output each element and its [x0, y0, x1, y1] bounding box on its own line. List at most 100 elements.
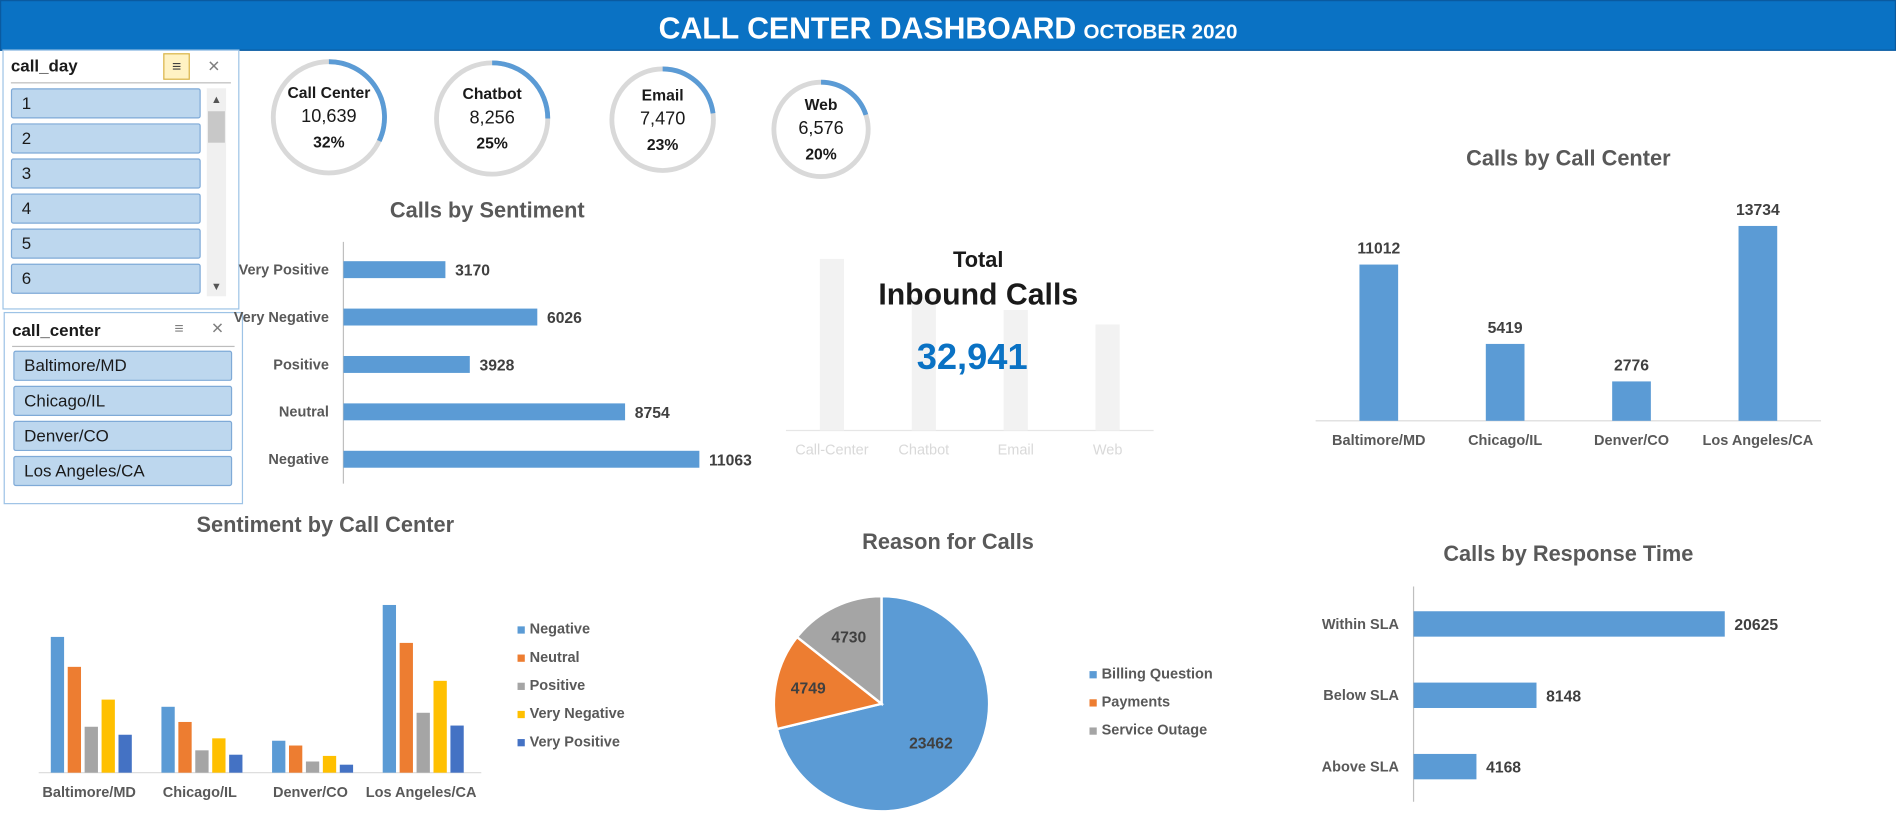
sbc-legend-neutral: Neutral [530, 650, 580, 666]
response-chart: Within SLA 20625 Below SLA 8148 Above SLA 416… [1322, 586, 1778, 802]
total-calls-value: 32,941 [916, 337, 1028, 378]
call-day-item-2[interactable]: 2 [10, 123, 201, 154]
callcenter-bar-denver-co [1612, 381, 1651, 421]
response-tick-within-sla: Within SLA [1322, 617, 1400, 633]
sentiment-by-center-title: Sentiment by Call Center [196, 512, 455, 537]
callcenter-tick-baltimore-md: Baltimore/MD [1332, 433, 1425, 449]
slicer-divider [10, 82, 231, 84]
response-value-above-sla: 4168 [1486, 760, 1521, 777]
sentiment-chart: Very Positive 3170 Very Negative 6026 Positi… [234, 241, 752, 484]
callcenter-bar-los-angeles-ca [1738, 225, 1778, 421]
scroll-up-icon[interactable]: ▲ [208, 93, 225, 105]
sbc-bar-chicago-il-very-positive [229, 754, 243, 773]
sbc-bar-los-angeles-ca-negative [382, 604, 397, 773]
pie-legend-swatch-service-outage [1089, 727, 1097, 735]
response-bar-below-sla [1413, 682, 1537, 708]
sbc-tick-baltimore-md: Baltimore/MD [42, 785, 135, 801]
sbc-tick-los-angeles-ca: Los Angeles/CA [366, 785, 477, 801]
pie-legend-service-outage: Service Outage [1102, 723, 1208, 739]
kpi-donuts: Call Center 10,639 32% Chatbot 8,256 25% Email… [270, 59, 871, 179]
sbc-bar-los-angeles-ca-very-positive [450, 725, 464, 773]
reasons-chart-title: Reason for Calls [862, 529, 1034, 554]
dashboard-subtitle: OCTOBER 2020 [1083, 20, 1238, 44]
callcenter-tick-chicago-il: Chicago/IL [1468, 433, 1542, 449]
sbc-bar-chicago-il-neutral [178, 721, 192, 773]
multi-select-icon[interactable]: ≡ [163, 53, 190, 80]
sbc-legend-very-positive: Very Positive [530, 734, 620, 750]
call-center-kpi-percent: 32% [313, 135, 344, 152]
callcenter-tick-los-angeles-ca: Los Angeles/CA [1703, 433, 1814, 449]
sentiment-tick-positive: Positive [273, 357, 329, 373]
clear-filter-icon[interactable]: ✕ [206, 317, 230, 341]
callcenter-value-denver-co: 2776 [1614, 358, 1649, 375]
response-tick-below-sla: Below SLA [1323, 688, 1399, 704]
pie-legend-swatch-billing-question [1089, 671, 1097, 679]
callcenter-value-los-angeles-ca: 13734 [1736, 202, 1780, 219]
sentiment-value-positive: 3928 [479, 357, 514, 374]
sentiment-bar-very-negative [343, 308, 538, 326]
callcenter-value-baltimore-md: 11012 [1357, 241, 1400, 258]
slicer-divider [12, 345, 235, 348]
sbc-legend-negative: Negative [530, 622, 590, 638]
scroll-down-icon[interactable]: ▼ [208, 281, 225, 293]
pie-legend-payments: Payments [1102, 695, 1171, 711]
sentiment-value-very-negative: 6026 [547, 310, 582, 327]
response-tick-above-sla: Above SLA [1322, 759, 1400, 775]
sbc-bar-chicago-il-very-negative [212, 738, 226, 773]
response-chart-title: Calls by Response Time [1443, 541, 1694, 566]
call-center-item-chicago[interactable]: Chicago/IL [13, 385, 233, 416]
sentiment-tick-very-negative: Very Negative [234, 310, 329, 326]
call-center-item-denver[interactable]: Denver/CO [13, 420, 233, 452]
sbc-bar-los-angeles-ca-neutral [399, 642, 413, 773]
dashboard-header: CALL CENTER DASHBOARD OCTOBER 2020 [0, 0, 1896, 51]
sbc-bar-denver-co-very-negative [322, 755, 337, 773]
call-center-slicer-title: call_center [12, 320, 101, 340]
sbc-bar-baltimore-md-negative [50, 636, 65, 773]
call-day-item-4[interactable]: 4 [10, 193, 201, 224]
email-kpi-value: 7,470 [640, 109, 685, 129]
sbc-bar-denver-co-positive [305, 761, 320, 773]
dashboard-title: CALL CENTER DASHBOARD [658, 12, 1077, 46]
sbc-bar-baltimore-md-very-positive [118, 734, 132, 773]
callcenter-tick-denver-co: Denver/CO [1594, 433, 1669, 449]
sbc-bar-denver-co-neutral [288, 745, 303, 773]
call-day-item-3[interactable]: 3 [10, 158, 201, 189]
pie-value-service-outage: 4730 [831, 629, 866, 646]
call-center-item-baltimore[interactable]: Baltimore/MD [13, 350, 233, 381]
sentiment-tick-very-positive: Very Positive [239, 262, 329, 278]
call-day-item-6[interactable]: 6 [10, 263, 201, 294]
chatbot-kpi-percent: 25% [476, 136, 507, 153]
channel-tick-call-center: Call-Center [795, 443, 868, 459]
sbc-legend-swatch-very-negative [517, 710, 525, 719]
sbc-bar-los-angeles-ca-positive [416, 712, 430, 773]
response-bar-within-sla [1413, 611, 1725, 637]
sentiment-bar-very-positive [343, 261, 446, 279]
response-value-within-sla: 20625 [1734, 617, 1778, 634]
sentiment-value-neutral: 8754 [635, 405, 670, 422]
pie-value-payments: 4749 [791, 681, 826, 698]
callcenter-chart: 11012 Baltimore/MD 5419 Chicago/IL 2776 Denve… [1315, 202, 1822, 449]
sbc-bar-baltimore-md-positive [84, 726, 98, 773]
clear-filter-icon[interactable]: ✕ [202, 54, 226, 78]
web-kpi-label: Web [805, 97, 838, 114]
call-day-item-1[interactable]: 1 [10, 88, 201, 119]
pie-value-billing-question: 23462 [909, 736, 953, 753]
sbc-bar-chicago-il-negative [161, 706, 175, 773]
sentiment-bar-positive [343, 355, 470, 373]
sbc-tick-denver-co: Denver/CO [273, 785, 348, 801]
response-value-below-sla: 8148 [1546, 688, 1581, 705]
sentiment-tick-negative: Negative [268, 452, 328, 468]
channel-tick-email: Email [998, 443, 1034, 459]
email-kpi-label: Email [642, 87, 684, 104]
pie-legend-swatch-payments [1089, 699, 1097, 707]
scroll-thumb[interactable] [207, 111, 225, 143]
reasons-chart: 23462 4749 4730 Billing Question Payments Ser… [772, 594, 1213, 813]
call-day-item-5[interactable]: 5 [10, 228, 201, 259]
chatbot-kpi-label: Chatbot [462, 86, 522, 103]
call-center-item-los-angeles[interactable]: Los Angeles/CA [13, 455, 233, 487]
email-kpi-percent: 23% [647, 137, 678, 154]
callcenter-value-chicago-il: 5419 [1488, 320, 1523, 337]
multi-select-icon[interactable]: ≡ [167, 317, 191, 341]
sbc-bar-chicago-il-positive [195, 750, 209, 773]
sbc-legend-swatch-very-positive [517, 739, 525, 747]
